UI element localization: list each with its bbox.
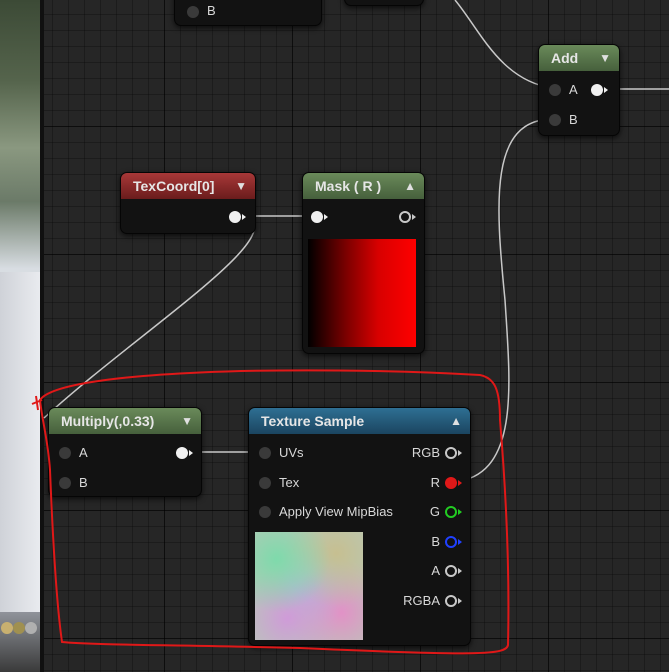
pin-b-label: B <box>569 112 578 127</box>
node-texture-sample[interactable]: Texture Sample ▲ UVs Tex Apply View MipB… <box>248 407 471 646</box>
pin-b-label: B <box>79 475 88 490</box>
pin-a-input[interactable] <box>59 447 71 459</box>
node-multiply-title: Multiply(,0.33) <box>61 413 155 429</box>
mask-preview-swatch <box>308 239 416 347</box>
node-mask-header[interactable]: Mask ( R ) ▲ <box>303 173 424 199</box>
pin-output[interactable] <box>176 447 188 459</box>
viewport-icon-strip <box>0 622 40 636</box>
pin-g-output[interactable] <box>445 506 457 518</box>
pin-b-arrow-icon <box>458 539 462 545</box>
viewport-wall <box>0 272 40 612</box>
node-mask-title: Mask ( R ) <box>315 178 382 194</box>
pin-b-input[interactable] <box>187 6 199 18</box>
pin-output-arrow-icon <box>242 214 246 220</box>
pin-rgb-output[interactable] <box>445 447 457 459</box>
pin-uvs-input[interactable] <box>259 447 271 459</box>
node-add-title: Add <box>551 50 579 66</box>
pin-b-output[interactable] <box>445 536 457 548</box>
pin-uvs-label: UVs <box>279 445 304 460</box>
pin-a-output[interactable] <box>445 565 457 577</box>
pin-b-input[interactable] <box>59 477 71 489</box>
pin-output[interactable] <box>591 84 603 96</box>
pin-tex-input[interactable] <box>259 477 271 489</box>
pin-r-label: R <box>430 475 440 490</box>
node-multiply[interactable]: Multiply(,0.33) ▼ A B <box>48 407 202 497</box>
chevron-down-icon[interactable]: ▼ <box>235 173 247 199</box>
pin-a-input[interactable] <box>549 84 561 96</box>
texture-preview-swatch <box>255 532 363 640</box>
pin-b-input[interactable] <box>549 114 561 126</box>
pin-b-label: B <box>431 534 440 549</box>
viewport-preview <box>0 0 40 672</box>
pin-tex-label: Tex <box>279 475 300 490</box>
node-texcoord-title: TexCoord[0] <box>133 178 215 194</box>
pin-output[interactable] <box>229 211 241 223</box>
node-texcoord-header[interactable]: TexCoord[0] ▼ <box>121 173 255 199</box>
sphere-icon[interactable] <box>13 622 25 634</box>
pin-r-arrow-icon <box>458 480 462 486</box>
chevron-down-icon[interactable]: ▼ <box>181 408 193 434</box>
settings-icon[interactable] <box>25 622 37 634</box>
pin-a-label: A <box>431 563 440 578</box>
pin-rgba-label: RGBA <box>403 593 440 608</box>
pin-a-label: A <box>79 445 88 460</box>
chevron-up-icon[interactable]: ▲ <box>404 173 416 199</box>
pin-a-label: A <box>569 82 578 97</box>
node-top-middle[interactable] <box>344 0 424 6</box>
pin-rgba-arrow-icon <box>458 598 462 604</box>
chevron-down-icon[interactable]: ▼ <box>599 45 611 71</box>
sphere-icon[interactable] <box>1 622 13 634</box>
pin-rgb-arrow-icon <box>458 450 462 456</box>
pin-rgba-output[interactable] <box>445 595 457 607</box>
pin-g-label: G <box>429 504 440 519</box>
pin-r-output[interactable] <box>445 477 457 489</box>
pin-output-arrow-icon <box>412 214 416 220</box>
pin-rgb-label: RGB <box>411 445 440 460</box>
node-texcoord[interactable]: TexCoord[0] ▼ <box>120 172 256 234</box>
pin-mipbias-label: Apply View MipBias <box>279 504 393 519</box>
node-texture-sample-title: Texture Sample <box>261 413 365 429</box>
node-add[interactable]: Add ▼ A B <box>538 44 620 136</box>
pin-a-arrow-icon <box>458 568 462 574</box>
pin-b-label: B <box>207 3 216 18</box>
pin-input-arrow-icon <box>324 214 328 220</box>
node-mask[interactable]: Mask ( R ) ▲ <box>302 172 425 354</box>
pin-mipbias-input[interactable] <box>259 506 271 518</box>
pin-output-arrow-icon <box>604 87 608 93</box>
pin-g-arrow-icon <box>458 509 462 515</box>
node-top-left[interactable]: B <box>174 0 322 26</box>
pin-output-arrow-icon <box>189 450 193 456</box>
pin-input[interactable] <box>311 211 323 223</box>
node-add-header[interactable]: Add ▼ <box>539 45 619 71</box>
pin-output[interactable] <box>399 211 411 223</box>
node-multiply-header[interactable]: Multiply(,0.33) ▼ <box>49 408 201 434</box>
node-texture-sample-header[interactable]: Texture Sample ▲ <box>249 408 470 434</box>
chevron-up-icon[interactable]: ▲ <box>450 408 462 434</box>
